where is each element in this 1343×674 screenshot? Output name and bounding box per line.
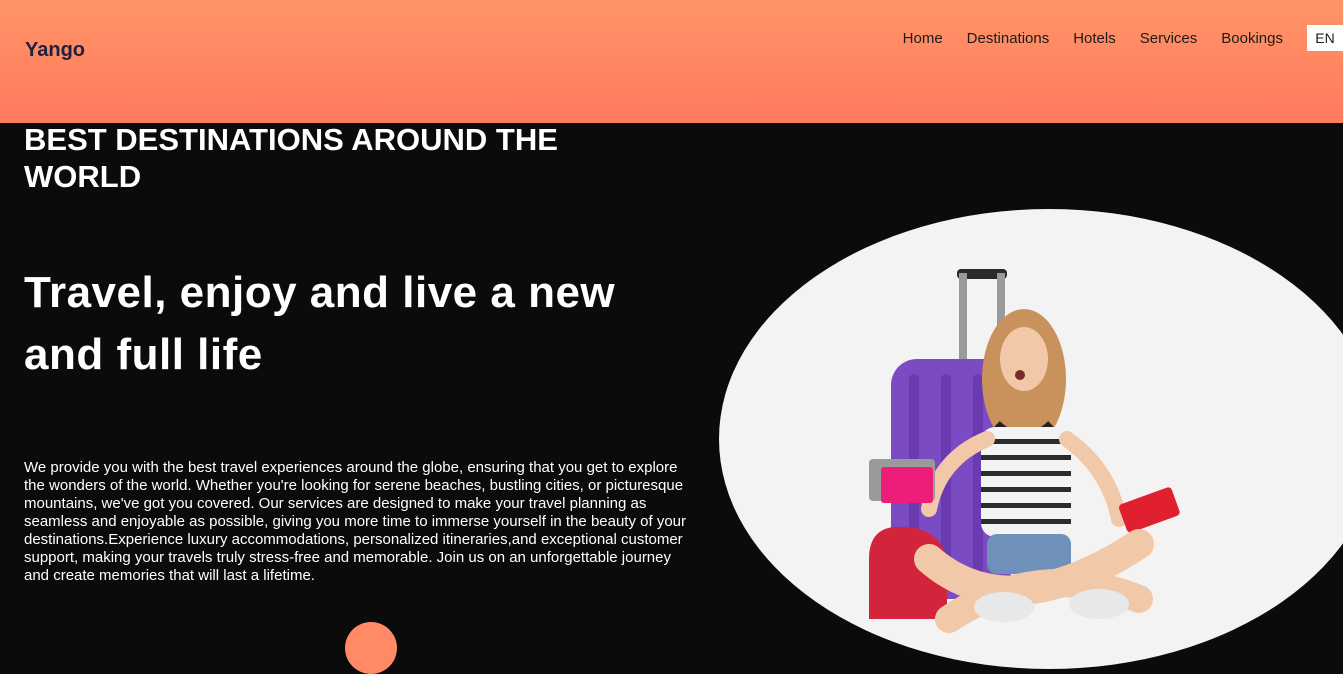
scroll-down-button[interactable] [345,622,397,674]
hero-subtitle: BEST DESTINATIONS AROUND THE WORLD [24,122,558,194]
site-header: Yango Home Destinations Hotels Services … [0,0,1343,123]
language-selector[interactable]: EN [1307,25,1343,51]
hero-image [719,209,1343,669]
hero-headline: Travel, enjoy and live a new and full li… [24,268,616,379]
hero-description: We provide you with the best travel expe… [24,459,686,584]
nav-destinations[interactable]: Destinations [967,30,1050,47]
nav-home[interactable]: Home [903,30,943,47]
nav-hotels[interactable]: Hotels [1073,30,1116,47]
nav-bookings[interactable]: Bookings [1221,30,1283,47]
main-nav: Home Destinations Hotels Services Bookin… [903,25,1343,51]
logo[interactable]: Yango [25,39,85,62]
nav-services[interactable]: Services [1140,30,1198,47]
